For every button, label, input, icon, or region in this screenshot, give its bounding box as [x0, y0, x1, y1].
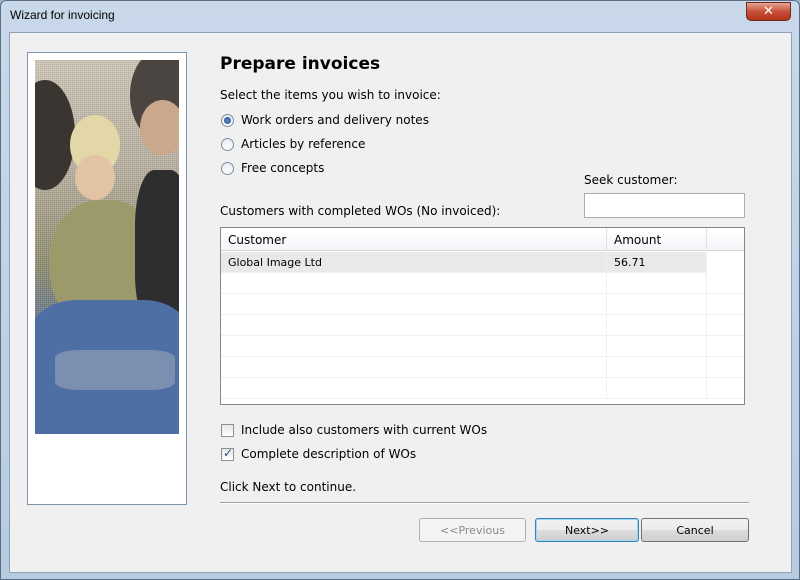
- cancel-button[interactable]: Cancel: [641, 518, 749, 542]
- continue-hint: Click Next to continue.: [220, 480, 357, 494]
- checkbox-box-checked[interactable]: ✓: [221, 445, 234, 461]
- wizard-window: Wizard for invoicing ✕ Prepare invoices …: [0, 0, 800, 580]
- option-work-orders[interactable]: Work orders and delivery notes: [221, 112, 429, 128]
- checkbox-label: Include also customers with current WOs: [241, 423, 488, 437]
- seek-customer-label: Seek customer:: [584, 173, 678, 187]
- cell-customer: Global Image Ltd: [221, 252, 607, 273]
- option-free-concepts[interactable]: Free concepts: [221, 160, 324, 176]
- window-title: Wizard for invoicing: [10, 8, 115, 22]
- grid-header: Customer Amount: [221, 228, 744, 251]
- checkbox-complete-description[interactable]: ✓ Complete description of WOs: [221, 446, 416, 462]
- checkbox-label: Complete description of WOs: [241, 447, 417, 461]
- customers-grid[interactable]: Customer Amount Global Image Ltd 56.71: [220, 227, 745, 405]
- checkbox-include-current-wos[interactable]: Include also customers with current WOs: [221, 422, 487, 438]
- column-header-spacer: [707, 228, 744, 251]
- column-header-amount[interactable]: Amount: [607, 228, 707, 251]
- close-icon: ✕: [763, 4, 774, 19]
- table-row-empty: [221, 357, 744, 378]
- side-panel: [27, 52, 187, 505]
- instruction-text: Select the items you wish to invoice:: [220, 88, 441, 102]
- option-label: Articles by reference: [241, 137, 366, 151]
- option-label: Work orders and delivery notes: [241, 113, 429, 127]
- table-row-empty: [221, 336, 744, 357]
- wizard-client-area: Prepare invoices Select the items you wi…: [9, 32, 792, 573]
- radio-button-selected[interactable]: [221, 113, 234, 127]
- wizard-side-image: [35, 60, 179, 434]
- next-button[interactable]: Next>>: [535, 518, 639, 542]
- table-row[interactable]: Global Image Ltd 56.71: [221, 252, 744, 273]
- checkmark-icon: ✓: [223, 445, 234, 460]
- previous-button[interactable]: <<Previous: [419, 518, 526, 542]
- table-row-empty: [221, 378, 744, 399]
- option-label: Free concepts: [241, 161, 325, 175]
- seek-customer-input[interactable]: [584, 193, 745, 218]
- customers-list-label: Customers with completed WOs (No invoice…: [220, 204, 501, 218]
- radio-button[interactable]: [221, 161, 234, 175]
- title-bar[interactable]: Wizard for invoicing ✕: [1, 1, 799, 31]
- close-button[interactable]: ✕: [746, 2, 791, 21]
- cell-spacer: [707, 252, 744, 273]
- cell-amount: 56.71: [607, 252, 707, 273]
- table-row-empty: [221, 315, 744, 336]
- table-row-empty: [221, 273, 744, 294]
- column-header-customer[interactable]: Customer: [221, 228, 607, 251]
- table-row-empty: [221, 294, 744, 315]
- checkbox-box[interactable]: [221, 423, 234, 437]
- footer-separator: [220, 502, 749, 504]
- radio-button[interactable]: [221, 137, 234, 151]
- option-articles-by-reference[interactable]: Articles by reference: [221, 136, 365, 152]
- page-heading: Prepare invoices: [220, 54, 381, 74]
